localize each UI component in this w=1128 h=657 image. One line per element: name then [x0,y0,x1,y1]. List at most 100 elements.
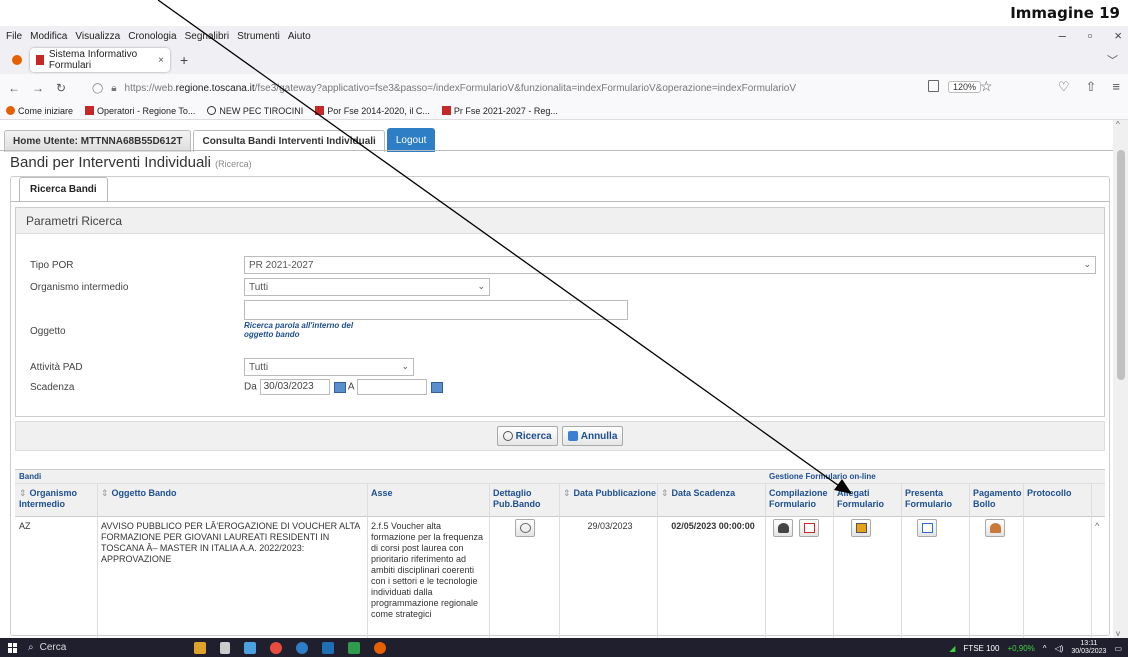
pdf-formulario-button[interactable] [799,519,819,537]
clock[interactable]: 13:11 30/03/2023 [1071,640,1106,656]
back-icon[interactable]: ← [8,81,20,95]
menu-file[interactable]: File [6,31,22,42]
menu-segnalibri[interactable]: Segnalibri [185,31,229,42]
share-icon[interactable]: ⇧ [1086,79,1097,95]
pocket-icon[interactable]: ♡ [1058,79,1070,95]
bookmark-item[interactable]: NEW PEC TIROCINI [207,106,303,116]
bookmark-item[interactable]: Operatori - Regione To... [85,106,195,116]
organismo-select[interactable]: Tutti ⌄ [244,278,490,296]
ricerca-button[interactable]: Ricerca [496,426,558,446]
menu-strumenti[interactable]: Strumenti [237,31,280,42]
sort-icon: ⇕ [101,488,109,498]
compila-formulario-button[interactable] [773,519,793,537]
hamburger-menu-icon[interactable]: ≡ [1112,79,1120,95]
firefox-view-icon[interactable] [12,55,22,65]
windows-taskbar: ⌕ Cerca ◢ FTSE 100 +0,90% ^ ◁) 13:11 30/03… [0,638,1128,657]
menu-cronologia[interactable]: Cronologia [128,31,176,42]
pagamento-bollo-button[interactable] [985,519,1005,537]
regione-icon [85,106,95,115]
list-tabs-icon[interactable]: ﹀ [1107,52,1118,68]
outlook-icon[interactable] [322,641,334,654]
new-tab-icon[interactable]: + [180,52,188,68]
bookmarks-toolbar: Come iniziare Operatori - Regione To... … [0,102,1128,120]
forward-icon[interactable]: → [32,81,44,95]
annulla-button[interactable]: Annulla [561,426,624,446]
calendar-icon[interactable] [333,381,346,393]
table-scroll-up-icon[interactable]: ^ [1095,521,1099,531]
allegati-formulario-button[interactable] [851,519,871,537]
volume-icon[interactable]: ◁) [1055,644,1064,653]
reader-view-icon[interactable] [928,80,939,92]
attivita-pad-select[interactable]: Tutti ⌄ [244,358,414,376]
tab-home-utente[interactable]: Home Utente: MTTNNA68B55D612T [4,130,192,152]
tab-ricerca-bandi[interactable]: Ricerca Bandi [19,177,108,201]
ticker-name[interactable]: FTSE 100 [963,644,999,653]
scadenza-to-input[interactable] [356,379,427,395]
scadenza-from-input[interactable]: 30/03/2023 [259,379,330,395]
tipo-por-select[interactable]: PR 2021-2027 ⌄ [244,256,1096,274]
notifications-icon[interactable]: ▭ [1114,644,1122,653]
firefox-icon[interactable] [374,641,386,654]
dettaglio-button[interactable] [515,519,535,537]
presenta-formulario-button[interactable] [917,519,937,537]
taskbar-search[interactable]: ⌕ Cerca [28,642,158,653]
bookmark-star-icon[interactable]: ☆ [980,78,993,95]
windows-start-icon[interactable] [8,642,18,653]
reload-icon[interactable]: ↻ [56,81,66,95]
inner-tabs-divider [11,201,1109,202]
calendar-icon[interactable] [430,381,443,393]
minimize-icon[interactable]: – [1059,28,1066,43]
stock-chart-icon: ◢ [949,643,956,653]
pdf-icon [803,523,815,533]
excel-icon[interactable] [348,641,360,654]
system-tray: ◢ FTSE 100 +0,90% ^ ◁) 13:11 30/03/2023 ▭ [949,640,1122,656]
chrome-icon[interactable] [270,641,282,654]
bookmark-item[interactable]: Por Fse 2014-2020, il C... [315,106,430,116]
col-oggetto[interactable]: ⇕ Oggetto Bando [101,488,261,499]
widgets-icon[interactable] [194,641,206,654]
edge-icon[interactable] [296,641,308,654]
oggetto-input[interactable] [244,300,628,320]
url-bar[interactable]: ◯ 🔒︎ https://web.regione.toscana.it/fse3… [92,77,962,99]
scroll-up-icon[interactable]: ^ [1116,120,1120,129]
sort-icon: ⇕ [661,488,669,498]
tab-close-icon[interactable]: × [158,55,164,66]
scroll-down-icon[interactable]: v [1116,629,1120,638]
menu-modifica[interactable]: Modifica [30,31,67,42]
search-params-panel: Parametri Ricerca Tipo POR PR 2021-2027 ⌄… [15,207,1105,417]
bookmark-item[interactable]: Come iniziare [6,106,73,116]
maximize-icon[interactable]: ▫ [1088,28,1093,43]
task-view-icon[interactable] [220,641,230,654]
scadenza-da-label: Da [244,381,257,393]
col-scadenza[interactable]: ⇕ Data Scadenza [661,488,761,499]
url-text[interactable]: https://web.regione.toscana.it/fse3/gate… [125,83,797,94]
menu-visualizza[interactable]: Visualizza [75,31,120,42]
shield-icon[interactable]: ◯ [92,83,103,94]
col-dettaglio: Dettaglio Pub.Bando [493,488,541,509]
close-icon[interactable]: × [1114,28,1122,43]
page-scrollbar[interactable]: ^ v [1113,120,1128,638]
col-allegati: Allegati Formulario [837,488,885,509]
col-pubblicazione[interactable]: ⇕ Data Pubblicazione [563,488,663,499]
zoom-level[interactable]: 120% [948,81,982,93]
toolbar-right: ♡ ⇧ ≡ [1058,79,1120,95]
undo-icon [567,431,578,441]
scadenza-a-label: A [347,381,354,393]
regione-icon [441,106,451,115]
sort-icon: ⇕ [19,488,27,498]
tab-favicon-icon [36,55,44,65]
lock-icon[interactable]: 🔒︎ [111,83,116,94]
web-page: Home Utente: MTTNNA68B55D612T Consulta B… [0,120,1113,638]
search-buttons-bar: Ricerca Annulla [15,421,1105,451]
scrollbar-thumb[interactable] [1117,150,1125,380]
file-explorer-icon[interactable] [244,641,256,654]
menu-aiuto[interactable]: Aiuto [288,31,311,42]
tab-consulta-bandi[interactable]: Consulta Bandi Interventi Individuali [193,130,385,152]
browser-tab[interactable]: Sistema Informativo Formulari × [30,48,170,72]
logout-button[interactable]: Logout [386,128,436,152]
bookmark-item[interactable]: Pr Fse 2021-2027 - Reg... [441,106,558,116]
image-caption: Immagine 19 [1010,4,1120,22]
col-organismo[interactable]: ⇕ Organismo Intermedio [19,488,99,510]
col-presenta: Presenta Formulario [905,488,953,509]
tray-chevron-icon[interactable]: ^ [1043,644,1047,653]
